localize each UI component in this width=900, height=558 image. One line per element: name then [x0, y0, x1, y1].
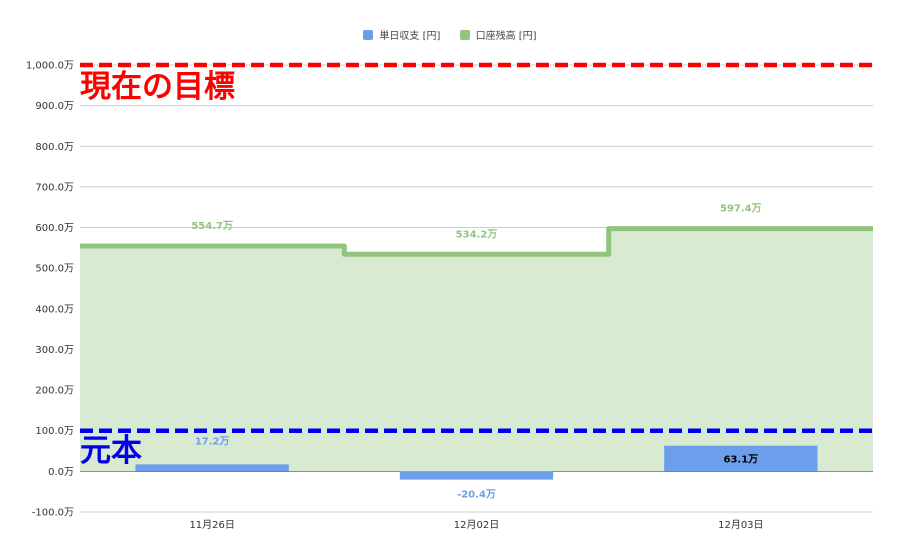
y-tick-label: 900.0万 — [35, 101, 74, 112]
legend-item-daily[interactable]: 単日収支 [円] — [363, 27, 440, 42]
legend-label-daily: 単日収支 [円] — [379, 31, 441, 42]
y-tick-label: 800.0万 — [35, 142, 74, 153]
y-tick-label: 500.0万 — [35, 264, 74, 275]
y-tick-label: 600.0万 — [35, 223, 74, 234]
legend-swatch-balance — [459, 29, 470, 40]
legend-swatch-daily — [363, 29, 374, 40]
balance-data-label: 554.7万 — [191, 220, 233, 232]
y-tick-label: 100.0万 — [35, 426, 74, 437]
y-tick-label: 300.0万 — [35, 345, 74, 356]
y-tick-label: 400.0万 — [35, 304, 74, 315]
legend-label-balance: 口座残高 [円] — [475, 31, 537, 42]
daily-data-label: -20.4万 — [457, 489, 496, 501]
y-tick-label: -100.0万 — [32, 508, 74, 519]
daily-bar — [399, 471, 554, 480]
x-tick-label: 12月03日 — [718, 519, 763, 531]
legend-item-balance[interactable]: 口座残高 [円] — [459, 27, 537, 42]
daily-data-label: 17.2万 — [195, 435, 230, 447]
legend: 単日収支 [円] 口座残高 [円] — [0, 27, 900, 43]
y-tick-label: 700.0万 — [35, 182, 74, 193]
y-tick-label: 0.0万 — [48, 467, 74, 478]
daily-data-label: 63.1万 — [723, 454, 758, 466]
x-tick-label: 12月02日 — [454, 519, 499, 531]
principal-label: 元本 — [80, 433, 142, 469]
balance-data-label: 597.4万 — [720, 203, 762, 215]
balance-data-label: 534.2万 — [456, 228, 498, 240]
x-tick-label: 11月26日 — [189, 519, 234, 531]
daily-bar — [135, 464, 289, 472]
y-tick-label: 200.0万 — [35, 386, 74, 397]
area-layer — [80, 226, 873, 472]
target-label: 現在の目標 — [80, 69, 235, 105]
balance-area-fill — [80, 228, 873, 472]
y-tick-label: 1,000.0万 — [26, 61, 74, 72]
